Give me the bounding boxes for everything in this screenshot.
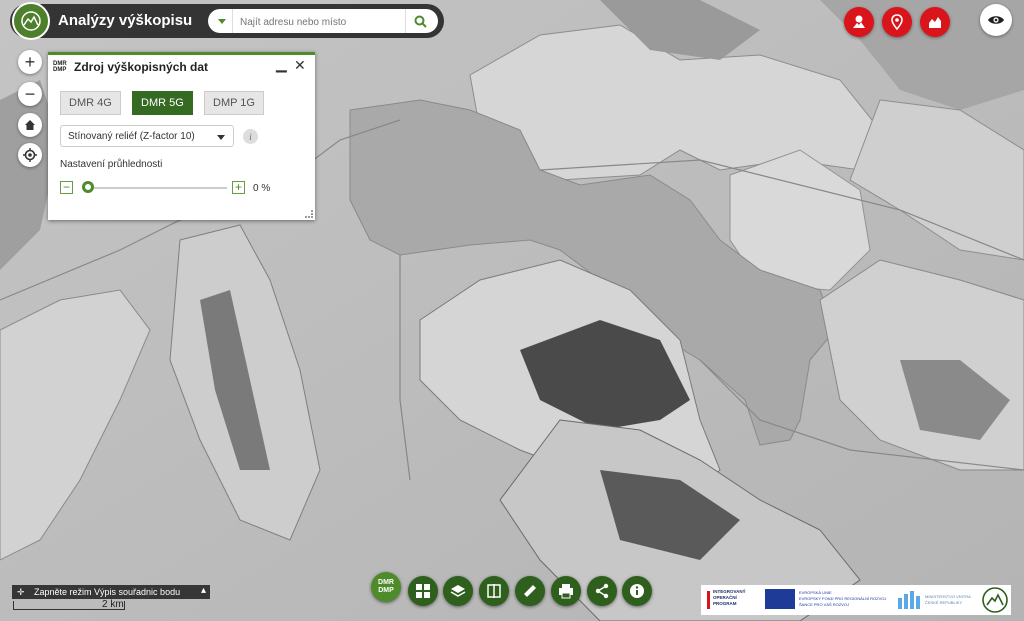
pin-icon	[891, 14, 903, 30]
analyzy-logo-icon	[982, 587, 1008, 613]
print-button[interactable]	[551, 576, 581, 606]
layers-button[interactable]	[443, 576, 473, 606]
zoom-out-button[interactable]: −	[18, 82, 42, 106]
mv-text-2: ČESKÉ REPUBLIKY	[925, 600, 963, 605]
share-button[interactable]	[587, 576, 617, 606]
app-title: Analýzy výškopisu	[58, 12, 193, 29]
search-dropdown-icon[interactable]	[212, 9, 233, 33]
dmr-button-line-2: DMP	[378, 587, 394, 594]
home-icon	[25, 120, 35, 130]
app-logo-icon[interactable]	[12, 2, 50, 40]
profile-analysis-button[interactable]	[844, 7, 874, 37]
panel-title: Zdroj výškopisných dat	[74, 60, 209, 74]
ruler-icon	[524, 585, 536, 597]
coordinate-mode-bar[interactable]: ✛ Zapněte režim Výpis souřadnic bodu ▴	[12, 585, 210, 599]
badge-line-2: DMP	[53, 67, 67, 73]
relief-type-select[interactable]: Stínovaný reliéf (Z-factor 10)	[60, 125, 234, 147]
source-button-dmr4g[interactable]: DMR 4G	[60, 91, 121, 115]
opacity-slider-track[interactable]	[84, 187, 227, 189]
grid-icon	[416, 584, 430, 598]
crosshair-icon: ✛	[17, 587, 25, 597]
source-button-dmp1g[interactable]: DMP 1G	[204, 91, 264, 115]
funding-logos: INTEGROVANÝ OPERAČNÍ PROGRAM EVROPSKÁ UN…	[701, 585, 1011, 615]
zoom-in-button[interactable]: +	[18, 50, 42, 74]
dmr-source-button[interactable]: DMR DMP	[371, 572, 401, 602]
measure-button[interactable]	[515, 576, 545, 606]
print-icon	[559, 584, 573, 599]
dmr-button-line-1: DMR	[378, 579, 394, 586]
chevron-up-icon[interactable]: ▴	[201, 585, 206, 596]
layers-icon	[450, 585, 466, 597]
visibility-toggle-button[interactable]	[980, 4, 1012, 36]
eu-text-3: ŠANCE PRO VÁŠ ROZVOJ	[799, 602, 850, 607]
opacity-increase-button[interactable]: +	[232, 181, 245, 194]
home-button[interactable]	[18, 113, 42, 137]
source-button-dmr5g[interactable]: DMR 5G	[132, 91, 193, 115]
search-icon	[414, 15, 427, 28]
compare-button[interactable]	[479, 576, 509, 606]
opacity-slider-handle[interactable]	[82, 181, 94, 193]
iop-text-3: PROGRAM	[713, 601, 737, 606]
search-button[interactable]	[405, 9, 434, 33]
opacity-label: Nastavení průhlednosti	[60, 159, 163, 170]
chart-button[interactable]	[920, 7, 950, 37]
coordinate-mode-label: Zapněte režim Výpis souřadnic bodu	[34, 587, 181, 597]
info-icon[interactable]: i	[243, 129, 258, 144]
info-circle-icon	[630, 584, 644, 598]
eye-icon	[988, 16, 1004, 24]
share-icon	[595, 583, 609, 599]
opacity-value: 0 %	[253, 183, 271, 194]
eu-flag-icon	[765, 589, 795, 609]
opacity-decrease-button[interactable]: −	[60, 181, 73, 194]
data-source-panel: DMR DMP Zdroj výškopisných dat ▁ ✕ DMR 4…	[48, 52, 315, 220]
panel-header: DMR DMP Zdroj výškopisných dat ▁ ✕	[48, 55, 315, 77]
minimize-icon[interactable]: ▁	[276, 56, 287, 73]
search-box	[208, 9, 438, 33]
resize-handle-icon[interactable]	[305, 210, 313, 218]
viewshed-button[interactable]	[882, 7, 912, 37]
terrain-point-icon	[853, 15, 865, 28]
swipe-icon	[487, 584, 501, 598]
search-input[interactable]	[238, 12, 410, 32]
ministry-logo-icon	[898, 591, 920, 609]
scale-label: 2 km	[102, 599, 124, 610]
close-icon[interactable]: ✕	[294, 57, 306, 74]
iop-logo	[707, 591, 710, 609]
dmr-dmp-badge: DMR DMP	[53, 61, 67, 73]
locate-icon	[23, 148, 37, 162]
locate-button[interactable]	[18, 143, 42, 167]
area-chart-icon	[929, 17, 941, 28]
about-button[interactable]	[622, 576, 652, 606]
basemap-button[interactable]	[408, 576, 438, 606]
